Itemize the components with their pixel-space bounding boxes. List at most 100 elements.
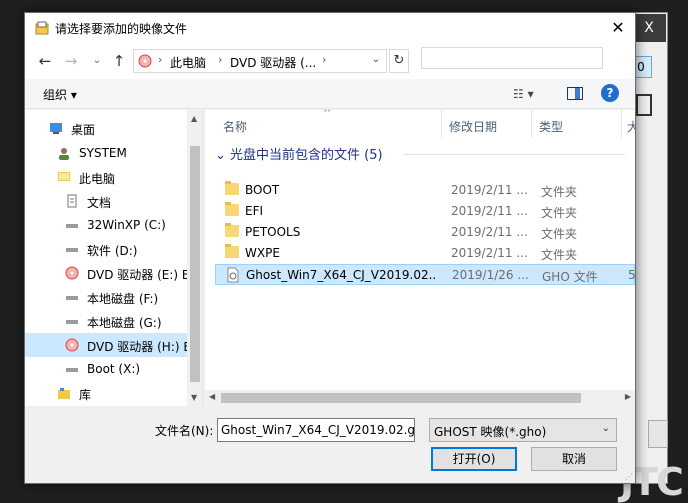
column-divider[interactable]: [531, 110, 532, 138]
back-arrow-icon[interactable]: ←: [35, 51, 55, 71]
folder-icon: [225, 181, 239, 195]
file-row[interactable]: WXPE 2019/2/11 ... 文件夹: [215, 243, 635, 264]
file-date: 2019/2/11 ...: [451, 183, 528, 197]
file-name: EFI: [245, 204, 264, 218]
nav-item[interactable]: 32WinXP (C:): [25, 213, 187, 237]
nav-item[interactable]: DVD 驱动器 (E:) E: [25, 261, 190, 285]
nav-item-label: DVD 驱动器 (E:) E: [87, 268, 190, 282]
user-icon: [59, 148, 69, 160]
column-header: ^ 名称 修改日期 类型 大: [205, 110, 635, 138]
navigation-pane: 桌面 SYSTEM 此电脑文档 32WinXP (C:) 软件 (D:) DVD 驱动器 …: [25, 110, 203, 406]
folder-icon: [225, 202, 239, 216]
computer-icon: [58, 172, 70, 181]
nav-item[interactable]: 本地磁盘 (G:): [25, 309, 187, 333]
file-row[interactable]: Ghost_Win7_X64_CJ_V2019.02.... 2019/1/26 …: [215, 264, 635, 285]
dialog-app-icon: [35, 21, 49, 35]
nav-item-label: 32WinXP (C:): [87, 218, 166, 232]
filetype-value: GHOST 映像(*.gho): [434, 425, 547, 439]
group-divider: [403, 154, 625, 155]
file-date: 2019/1/26 ...: [452, 268, 529, 282]
view-options-button[interactable]: ☷ ▾: [513, 87, 534, 101]
breadcrumb-this-pc[interactable]: 此电脑: [170, 54, 206, 71]
dialog-title: 请选择要添加的映像文件: [55, 22, 188, 36]
group-header[interactable]: ⌄ 光盘中当前包含的文件 (5): [215, 144, 383, 163]
folder-icon: [225, 223, 239, 237]
file-name: BOOT: [245, 183, 280, 197]
file-row[interactable]: BOOT 2019/2/11 ... 文件夹: [215, 180, 635, 201]
nav-item[interactable]: 桌面: [25, 116, 187, 140]
column-date[interactable]: 修改日期: [449, 118, 497, 135]
open-file-dialog: 请选择要添加的映像文件 ✕ ← → ⌄ ↑ › 此电脑 › DVD 驱动器 (.…: [24, 12, 636, 484]
file-date: 2019/2/11 ...: [451, 225, 528, 239]
file-type: GHO 文件: [542, 270, 598, 284]
nav-item[interactable]: 本地磁盘 (F:): [25, 285, 187, 309]
close-button[interactable]: ✕: [601, 13, 635, 43]
column-divider[interactable]: [621, 110, 622, 138]
file-type: 文件夹: [541, 185, 578, 199]
nav-item[interactable]: DVD 驱动器 (H:) E: [25, 333, 191, 357]
nav-item[interactable]: 文档: [25, 189, 187, 213]
recent-chevron-icon[interactable]: ⌄: [87, 51, 107, 71]
nav-item-label: SYSTEM: [79, 146, 127, 160]
file-size: 5: [628, 268, 635, 282]
drive-icon: [66, 224, 78, 228]
file-row[interactable]: EFI 2019/2/11 ... 文件夹: [215, 201, 635, 222]
hscroll-thumb[interactable]: [221, 393, 581, 403]
file-name: PETOOLS: [245, 225, 301, 239]
resize-grip-icon[interactable]: ⋰: [625, 472, 633, 481]
group-label: 光盘中当前包含的文件 (5): [230, 148, 383, 163]
organize-menu[interactable]: 组织 ▾: [43, 86, 77, 103]
nav-item[interactable]: Boot (X:): [25, 357, 187, 381]
library-icon: [58, 388, 70, 399]
group-collapse-icon[interactable]: ⌄: [215, 148, 230, 163]
search-input[interactable]: [421, 47, 603, 69]
file-name: Ghost_Win7_X64_CJ_V2019.02....: [246, 268, 436, 282]
background-close-button[interactable]: X: [632, 14, 666, 42]
nav-item-label: 此电脑: [79, 172, 116, 186]
nav-item-label: 文档: [87, 196, 112, 210]
nav-item[interactable]: SYSTEM: [25, 141, 187, 165]
column-size[interactable]: 大: [627, 118, 635, 135]
background-grid-icon: [636, 94, 652, 116]
address-row: ← → ⌄ ↑ › 此电脑 › DVD 驱动器 (... › ⌄ ↻: [25, 43, 635, 79]
nav-scroll-thumb[interactable]: [190, 146, 200, 382]
nav-item[interactable]: 此电脑: [25, 165, 187, 189]
up-arrow-icon[interactable]: ↑: [109, 51, 129, 71]
scroll-up-icon[interactable]: ▲: [191, 114, 197, 123]
sort-arrow-icon: ^: [323, 110, 332, 119]
nav-item-label: 本地磁盘 (F:): [87, 292, 159, 306]
address-dropdown-icon[interactable]: ⌄: [372, 54, 380, 65]
column-divider[interactable]: [441, 110, 442, 138]
document-icon: [67, 194, 77, 208]
nav-item[interactable]: 软件 (D:): [25, 237, 187, 261]
file-name: WXPE: [245, 246, 280, 260]
dvd-icon: [138, 54, 152, 68]
breadcrumb-dvd-drive[interactable]: DVD 驱动器 (...: [230, 54, 316, 71]
dvd-icon: [65, 266, 79, 280]
dvd-icon: [65, 338, 79, 352]
help-icon[interactable]: ?: [601, 84, 619, 102]
filename-input[interactable]: Ghost_Win7_X64_CJ_V2019.02.gho: [217, 418, 415, 442]
cancel-button[interactable]: 取消: [531, 447, 617, 471]
open-button[interactable]: 打开(O): [431, 447, 517, 471]
file-date: 2019/2/11 ...: [451, 246, 528, 260]
breadcrumb-separator-icon: ›: [158, 53, 163, 66]
toolbar: 组织 ▾ ☷ ▾ ?: [25, 79, 635, 109]
preview-pane-icon[interactable]: [567, 87, 583, 100]
refresh-button[interactable]: ↻: [389, 49, 409, 73]
horizontal-scrollbar[interactable]: ◀ ▶: [205, 390, 635, 406]
scroll-left-icon[interactable]: ◀: [209, 392, 215, 401]
file-type: 文件夹: [541, 248, 578, 262]
scroll-right-icon[interactable]: ▶: [625, 392, 631, 401]
nav-scrollbar[interactable]: ▲ ▼: [187, 110, 202, 406]
forward-arrow-icon[interactable]: →: [61, 51, 81, 71]
column-name[interactable]: 名称: [223, 118, 247, 135]
file-date: 2019/2/11 ...: [451, 204, 528, 218]
scroll-down-icon[interactable]: ▼: [191, 393, 197, 402]
address-bar[interactable]: › 此电脑 › DVD 驱动器 (... › ⌄: [133, 49, 387, 73]
filetype-select[interactable]: GHOST 映像(*.gho) ⌄: [429, 418, 617, 442]
nav-item[interactable]: 库: [25, 381, 187, 405]
nav-item-label: 软件 (D:): [87, 244, 138, 258]
column-type[interactable]: 类型: [539, 118, 563, 135]
file-row[interactable]: PETOOLS 2019/2/11 ... 文件夹: [215, 222, 635, 243]
